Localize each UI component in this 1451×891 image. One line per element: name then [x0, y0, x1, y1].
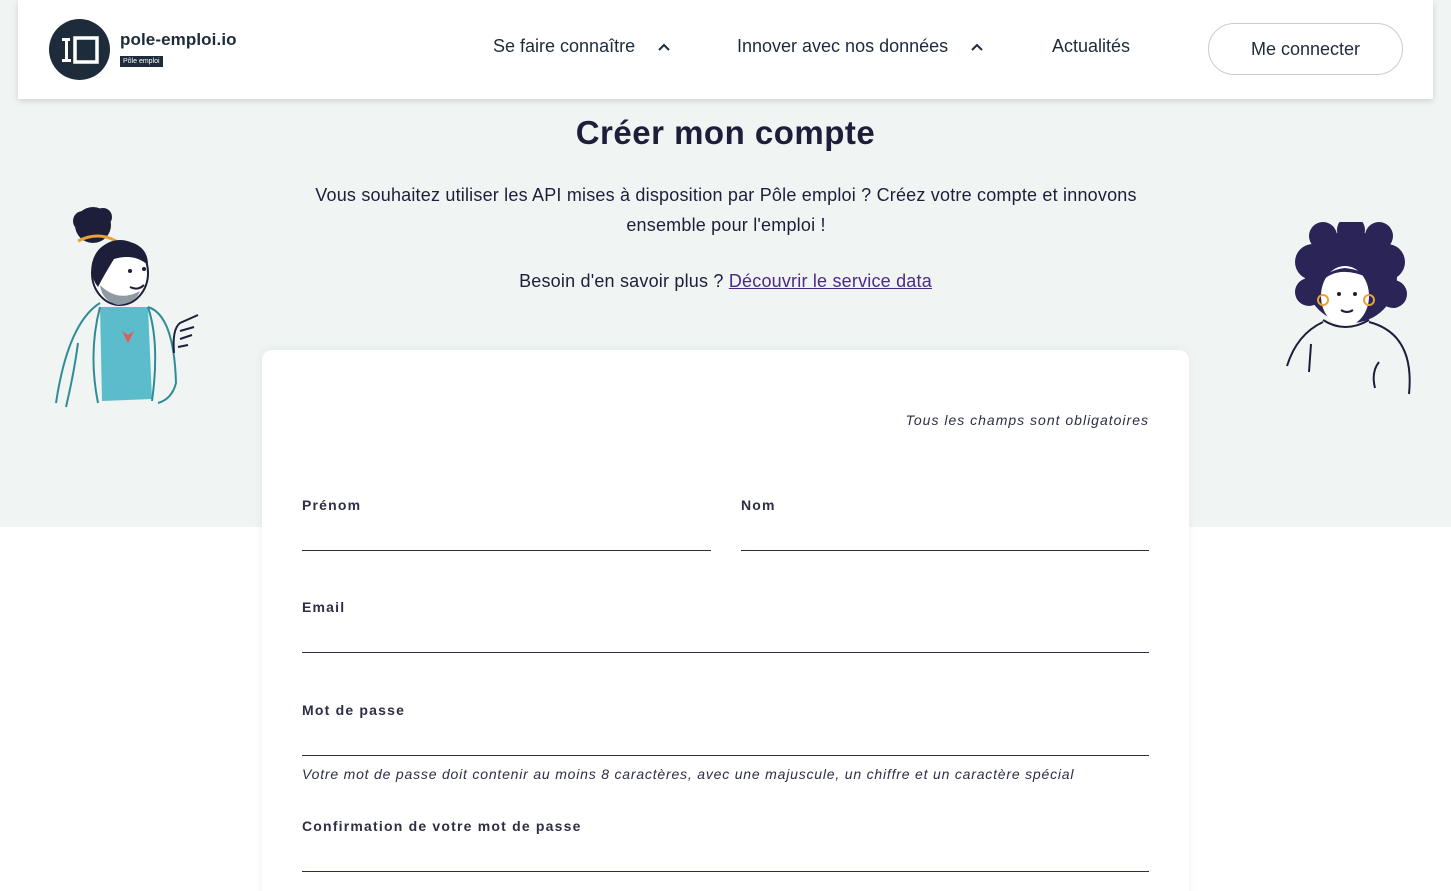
nav-item-innover[interactable]: Innover avec nos données	[737, 36, 984, 57]
chevron-up-icon	[970, 36, 984, 57]
logo[interactable]: pole-emploi.io Pôle emploi	[49, 19, 237, 80]
discover-service-link[interactable]: Découvrir le service data	[729, 271, 932, 291]
password-label: Mot de passe	[302, 702, 406, 718]
email-field: Email	[302, 599, 1149, 653]
firstname-field: Prénom	[302, 497, 711, 551]
woman-pointing-illustration	[48, 203, 203, 418]
nav-label: Se faire connaître	[493, 36, 636, 56]
chevron-up-icon	[657, 36, 671, 57]
lastname-label: Nom	[741, 497, 776, 513]
nav-item-se-faire-connaitre[interactable]: Se faire connaître	[493, 36, 671, 57]
firstname-input[interactable]	[302, 521, 711, 551]
lastname-field: Nom	[741, 497, 1149, 551]
confirm-password-input[interactable]	[302, 842, 1149, 872]
nav-label: Innover avec nos données	[737, 36, 949, 56]
intro-line-1: Vous souhaitez utiliser les API mises à …	[315, 185, 1137, 205]
firstname-label: Prénom	[302, 497, 362, 513]
intro-line-2: ensemble pour l'emploi !	[626, 215, 826, 235]
login-button[interactable]: Me connecter	[1208, 23, 1403, 75]
woman-curly-hair-illustration	[1283, 216, 1418, 407]
site-header: pole-emploi.io Pôle emploi Se faire conn…	[18, 0, 1433, 99]
confirm-password-label: Confirmation de votre mot de passe	[302, 818, 582, 834]
learn-more: Besoin d'en savoir plus ? Découvrir le s…	[0, 271, 1451, 292]
learn-more-text: Besoin d'en savoir plus ?	[519, 271, 724, 291]
email-label: Email	[302, 599, 346, 615]
email-input[interactable]	[302, 623, 1149, 653]
required-fields-note: Tous les champs sont obligatoires	[905, 412, 1149, 428]
lastname-input[interactable]	[741, 521, 1149, 551]
password-input[interactable]	[302, 726, 1149, 756]
page-title: Créer mon compte	[575, 114, 876, 151]
logo-badge: Pôle emploi	[120, 56, 163, 67]
nav-item-actualites[interactable]: Actualités	[1052, 36, 1130, 57]
confirm-password-field: Confirmation de votre mot de passe	[302, 818, 1149, 872]
password-field: Mot de passe	[302, 702, 1149, 756]
nav-label: Actualités	[1052, 36, 1131, 56]
logo-io-icon	[49, 19, 110, 80]
intro-text: Vous souhaitez utiliser les API mises à …	[270, 180, 1182, 240]
password-hint: Votre mot de passe doit contenir au moin…	[302, 766, 1075, 782]
signup-form-card: Tous les champs sont obligatoires Prénom…	[262, 350, 1189, 891]
logo-name: pole-emploi.io	[120, 30, 237, 49]
